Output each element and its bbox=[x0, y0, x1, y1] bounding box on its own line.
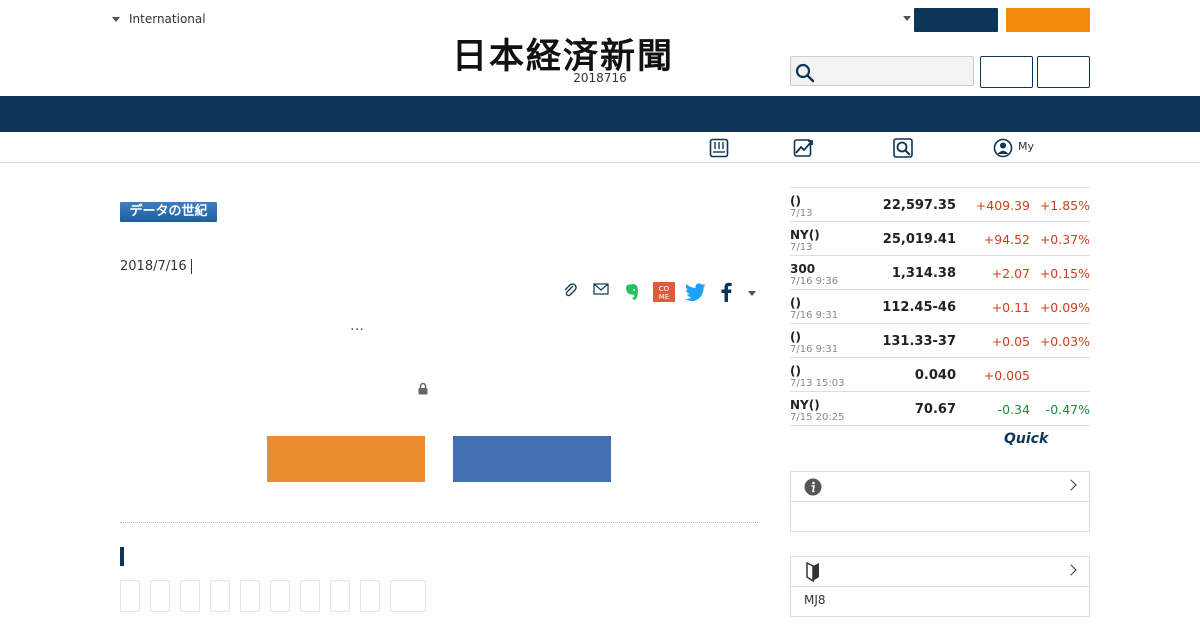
beginner-panel-text[interactable]: MJ8 bbox=[804, 593, 826, 607]
market-name: () bbox=[790, 364, 801, 378]
region-label: International bbox=[129, 12, 206, 26]
market-value: 112.45-46 bbox=[882, 300, 956, 315]
chevron-right-icon bbox=[1065, 479, 1077, 491]
article-date: 2018/7/16 bbox=[120, 259, 192, 274]
clip-icon[interactable] bbox=[562, 282, 578, 298]
market-change-pct: -0.47% bbox=[1045, 402, 1090, 417]
evernote-icon[interactable] bbox=[623, 282, 641, 302]
info-icon bbox=[804, 478, 822, 496]
main-nav-bar bbox=[0, 96, 1200, 132]
quick-logo[interactable]: Quick bbox=[1004, 431, 1048, 447]
market-name: () bbox=[790, 194, 801, 208]
market-name: 300 bbox=[790, 262, 816, 276]
market-change-pct: +0.37% bbox=[1039, 232, 1090, 247]
series-badge[interactable]: データの世紀 bbox=[120, 202, 217, 222]
market-time: 7/13 bbox=[790, 242, 813, 253]
related-tab[interactable] bbox=[390, 580, 426, 612]
market-time: 7/15 20:25 bbox=[790, 412, 845, 423]
market-row[interactable]: NY() 7/13 25,019.41 +94.52 +0.37% bbox=[790, 222, 1090, 256]
chevron-right-icon bbox=[1065, 564, 1077, 576]
share-more-caret-icon[interactable] bbox=[748, 291, 756, 296]
subscribe-cta-button[interactable] bbox=[267, 436, 425, 482]
register-button[interactable] bbox=[1037, 56, 1090, 88]
trial-button[interactable] bbox=[1006, 8, 1090, 32]
market-row[interactable]: () 7/13 22,597.35 +409.39 +1.85% bbox=[790, 188, 1090, 222]
my-nav-label[interactable]: My bbox=[1018, 140, 1034, 153]
market-change-pct: +0.03% bbox=[1039, 334, 1090, 349]
info-panel bbox=[790, 471, 1090, 532]
market-time: 7/16 9:36 bbox=[790, 276, 839, 287]
related-tab[interactable] bbox=[150, 580, 170, 612]
market-row[interactable]: () 7/16 9:31 131.33-37 +0.05 +0.03% bbox=[790, 324, 1090, 358]
market-change: +2.07 bbox=[991, 266, 1030, 281]
market-time: 7/13 bbox=[790, 208, 813, 219]
market-change-pct: +1.85% bbox=[1039, 198, 1090, 213]
market-name: NY() bbox=[790, 398, 820, 412]
beginner-panel-header[interactable] bbox=[791, 557, 1089, 587]
market-value: 25,019.41 bbox=[882, 232, 956, 247]
svg-text:ME: ME bbox=[659, 293, 669, 301]
market-value: 131.33-37 bbox=[882, 334, 956, 349]
market-change: +409.39 bbox=[975, 198, 1030, 213]
market-value: 22,597.35 bbox=[882, 198, 956, 213]
related-tab[interactable] bbox=[300, 580, 320, 612]
market-change: -0.34 bbox=[997, 402, 1030, 417]
caret-down-icon[interactable] bbox=[903, 16, 911, 21]
market-change-pct: +0.15% bbox=[1039, 266, 1090, 281]
market-name: NY() bbox=[790, 228, 820, 242]
search-icon[interactable] bbox=[795, 63, 815, 83]
mail-icon[interactable] bbox=[593, 282, 609, 296]
market-change-pct: +0.09% bbox=[1039, 300, 1090, 315]
subscribe-button[interactable] bbox=[914, 8, 998, 32]
svg-text:CO: CO bbox=[659, 285, 670, 293]
market-value: 0.040 bbox=[914, 368, 956, 383]
market-change: +0.11 bbox=[991, 300, 1030, 315]
caret-down-icon bbox=[112, 16, 120, 22]
market-change: +0.05 bbox=[991, 334, 1030, 349]
related-tab[interactable] bbox=[210, 580, 230, 612]
info-panel-header[interactable] bbox=[791, 472, 1089, 502]
search-input[interactable] bbox=[790, 56, 974, 86]
market-row[interactable]: NY() 7/15 20:25 70.67 -0.34 -0.47% bbox=[790, 392, 1090, 426]
lock-icon bbox=[418, 382, 428, 395]
chart-icon[interactable] bbox=[793, 138, 815, 158]
facebook-icon[interactable] bbox=[720, 282, 732, 302]
beginner-mark-icon bbox=[806, 562, 819, 582]
market-time: 7/13 15:03 bbox=[790, 378, 845, 389]
login-button[interactable] bbox=[980, 56, 1033, 88]
related-tab[interactable] bbox=[120, 580, 140, 612]
magnifier-icon[interactable] bbox=[893, 138, 913, 158]
related-tab[interactable] bbox=[270, 580, 290, 612]
region-selector[interactable]: International bbox=[112, 12, 206, 26]
market-row[interactable]: 300 7/16 9:36 1,314.38 +2.07 +0.15% bbox=[790, 256, 1090, 290]
related-tab[interactable] bbox=[240, 580, 260, 612]
market-change: +0.005 bbox=[983, 368, 1030, 383]
market-time: 7/16 9:31 bbox=[790, 344, 839, 355]
related-tab[interactable] bbox=[330, 580, 350, 612]
related-tab[interactable] bbox=[360, 580, 380, 612]
section-heading-bar bbox=[120, 547, 124, 566]
market-row[interactable]: () 7/16 9:31 112.45-46 +0.11 +0.09% bbox=[790, 290, 1090, 324]
market-change: +94.52 bbox=[983, 232, 1030, 247]
market-value: 70.67 bbox=[914, 402, 956, 417]
user-icon[interactable] bbox=[993, 138, 1013, 158]
login-cta-button[interactable] bbox=[453, 436, 611, 482]
market-time: 7/16 9:31 bbox=[790, 310, 839, 321]
market-name: () bbox=[790, 330, 801, 344]
section-divider bbox=[120, 522, 758, 523]
twitter-icon[interactable] bbox=[685, 282, 707, 302]
market-row[interactable]: () 7/13 15:03 0.040 +0.005 bbox=[790, 358, 1090, 392]
market-name: () bbox=[790, 296, 801, 310]
market-value: 1,314.38 bbox=[891, 266, 956, 281]
market-table: () 7/13 22,597.35 +409.39 +1.85% NY() 7/13 25,0… bbox=[790, 187, 1090, 426]
beginner-panel bbox=[790, 556, 1090, 617]
newspaper-icon[interactable] bbox=[709, 138, 729, 158]
comemo-icon[interactable]: CO ME bbox=[653, 282, 675, 302]
related-tab[interactable] bbox=[180, 580, 200, 612]
article-ellipsis: … bbox=[350, 318, 364, 334]
